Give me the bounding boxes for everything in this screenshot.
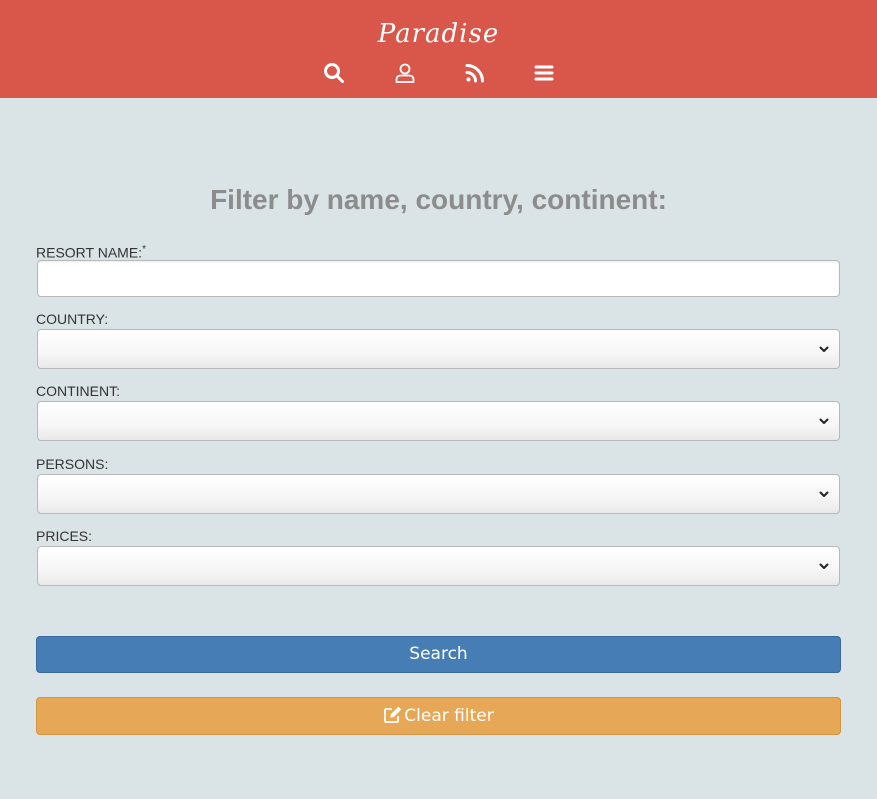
resort-name-label: RESORT NAME:* <box>36 241 146 262</box>
search-icon[interactable] <box>322 61 346 85</box>
clear-filter-button-label: Clear filter <box>404 706 494 726</box>
persons-label: PERSONS: <box>36 456 109 472</box>
menu-icon[interactable] <box>532 61 556 85</box>
continent-select[interactable] <box>37 401 840 441</box>
rss-icon[interactable] <box>463 61 487 85</box>
chevron-down-icon <box>818 343 830 355</box>
clear-filter-button[interactable]: Clear filter <box>36 697 841 735</box>
top-header: Paradise <box>0 0 877 98</box>
chevron-down-icon <box>818 415 830 427</box>
brand-logo[interactable]: Paradise <box>0 14 877 54</box>
user-icon[interactable] <box>393 61 417 85</box>
search-button-label: Search <box>409 644 468 664</box>
resort-name-input[interactable] <box>37 260 840 297</box>
persons-select[interactable] <box>37 474 840 514</box>
resort-name-label-text: RESORT NAME: <box>36 244 143 261</box>
chevron-down-icon <box>818 488 830 500</box>
edit-icon <box>383 706 403 724</box>
chevron-down-icon <box>818 560 830 572</box>
search-button[interactable]: Search <box>36 636 841 673</box>
continent-label: CONTINENT: <box>36 383 120 399</box>
required-marker: * <box>142 244 146 255</box>
country-label: COUNTRY: <box>36 311 109 327</box>
page-title: Filter by name, country, continent: <box>210 184 667 215</box>
country-select[interactable] <box>37 329 840 369</box>
prices-label: PRICES: <box>36 528 93 544</box>
prices-select[interactable] <box>37 546 840 586</box>
